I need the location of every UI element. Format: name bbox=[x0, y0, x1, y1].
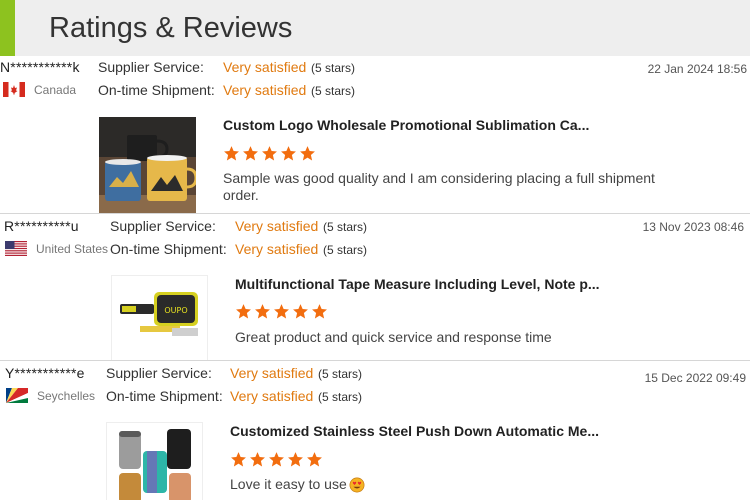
heart-eyes-emoji-icon bbox=[349, 477, 365, 492]
on-time-shipment-stars: (5 stars) bbox=[318, 390, 363, 404]
supplier-service-stars: (5 stars) bbox=[318, 367, 363, 381]
star-icon bbox=[236, 304, 251, 319]
section-header: Ratings & Reviews bbox=[0, 0, 750, 56]
supplier-service-value: Very satisfied bbox=[223, 59, 307, 75]
star-icon bbox=[300, 146, 315, 161]
tape-measure-product-image: OUPO bbox=[112, 276, 207, 360]
star-icon bbox=[288, 452, 303, 467]
reviewer-name: R**********u bbox=[4, 218, 79, 234]
product-star-rating bbox=[223, 145, 316, 162]
on-time-shipment-value: Very satisfied bbox=[235, 241, 319, 257]
reviewer-name: Y***********e bbox=[5, 365, 85, 381]
star-icon bbox=[274, 304, 289, 319]
product-thumbnail[interactable] bbox=[106, 422, 203, 500]
review-date: 13 Nov 2023 08:46 bbox=[642, 220, 744, 234]
enamel-mugs-product-image bbox=[99, 117, 196, 214]
star-icon bbox=[307, 452, 322, 467]
reviewer-name: N***********k bbox=[0, 59, 80, 75]
supplier-service-label: Supplier Service: bbox=[98, 59, 204, 75]
star-icon bbox=[231, 452, 246, 467]
on-time-shipment-label: On-time Shipment: bbox=[98, 82, 215, 98]
us-flag-icon bbox=[5, 241, 27, 256]
country-name: Canada bbox=[34, 82, 77, 97]
country-name: United States bbox=[36, 241, 109, 256]
country-name: Seychelles bbox=[37, 388, 96, 403]
star-icon bbox=[262, 146, 277, 161]
on-time-shipment-label: On-time Shipment: bbox=[110, 241, 227, 257]
star-icon bbox=[269, 452, 284, 467]
seychelles-flag-icon bbox=[6, 388, 28, 403]
product-thumbnail[interactable] bbox=[99, 117, 196, 214]
supplier-service-value: Very satisfied bbox=[235, 218, 319, 234]
review-date: 15 Dec 2022 09:49 bbox=[644, 371, 746, 385]
review-date: 22 Jan 2024 18:56 bbox=[647, 62, 747, 76]
star-icon bbox=[250, 452, 265, 467]
on-time-shipment-stars: (5 stars) bbox=[323, 243, 368, 257]
review-item: N***********k Canada Supplier Service: V… bbox=[0, 56, 750, 214]
product-title-link[interactable]: Custom Logo Wholesale Promotional Sublim… bbox=[223, 117, 589, 133]
review-item: Y***********e Seychelles Supplier Servic… bbox=[0, 361, 750, 500]
supplier-service-stars: (5 stars) bbox=[311, 61, 356, 75]
on-time-shipment-stars: (5 stars) bbox=[311, 84, 356, 98]
supplier-service-label: Supplier Service: bbox=[110, 218, 216, 234]
section-title: Ratings & Reviews bbox=[49, 12, 293, 44]
review-comment: Sample was good quality and I am conside… bbox=[223, 170, 655, 203]
svg-text:OUPO: OUPO bbox=[164, 306, 187, 315]
review-comment: Great product and quick service and resp… bbox=[235, 329, 552, 345]
star-icon bbox=[255, 304, 270, 319]
supplier-service-value: Very satisfied bbox=[230, 365, 314, 381]
review-item: R**********u United States Supplier Serv… bbox=[0, 214, 750, 361]
product-star-rating bbox=[235, 303, 328, 320]
product-star-rating bbox=[230, 451, 323, 468]
header-accent-bar bbox=[0, 0, 15, 56]
reviewer-country: United States bbox=[5, 241, 108, 256]
review-comment-row: Love it easy to use bbox=[230, 476, 365, 493]
stainless-tumblers-product-image bbox=[107, 423, 202, 500]
star-icon bbox=[281, 146, 296, 161]
reviewer-country: Canada bbox=[3, 82, 76, 97]
supplier-service-label: Supplier Service: bbox=[106, 365, 212, 381]
review-comment: Love it easy to use bbox=[230, 476, 347, 492]
on-time-shipment-label: On-time Shipment: bbox=[106, 388, 223, 404]
canada-flag-icon bbox=[3, 82, 25, 97]
star-icon bbox=[243, 146, 258, 161]
reviewer-country: Seychelles bbox=[6, 388, 95, 403]
product-title-link[interactable]: Multifunctional Tape Measure Including L… bbox=[235, 276, 600, 292]
supplier-service-stars: (5 stars) bbox=[323, 220, 368, 234]
star-icon bbox=[312, 304, 327, 319]
star-icon bbox=[224, 146, 239, 161]
product-title-link[interactable]: Customized Stainless Steel Push Down Aut… bbox=[230, 423, 599, 439]
product-thumbnail[interactable]: OUPO bbox=[111, 275, 208, 361]
on-time-shipment-value: Very satisfied bbox=[223, 82, 307, 98]
star-icon bbox=[293, 304, 308, 319]
on-time-shipment-value: Very satisfied bbox=[230, 388, 314, 404]
